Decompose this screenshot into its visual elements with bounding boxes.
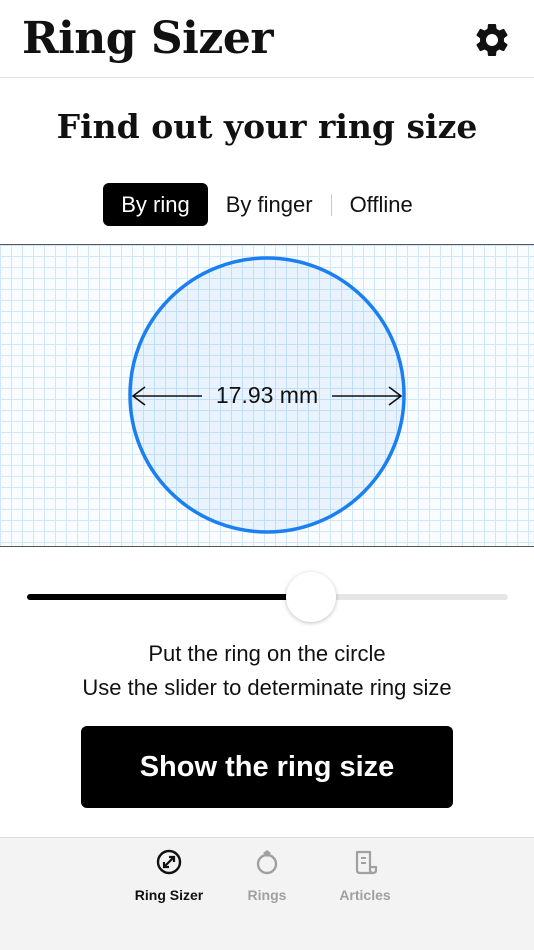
bottom-tab-bar: Ring Sizer Rings Articles — [0, 837, 534, 950]
tab-offline[interactable]: Offline — [332, 183, 431, 226]
gear-icon — [476, 23, 508, 56]
tabbar-label-ring-sizer: Ring Sizer — [134, 887, 204, 903]
slider-fill — [27, 594, 311, 600]
ring-icon — [256, 850, 278, 875]
instructions: Put the ring on the circle Use the slide… — [0, 637, 534, 705]
app-header: Ring Sizer — [0, 0, 534, 78]
settings-button[interactable] — [472, 20, 512, 60]
measuring-grid: 17.93 mm — [0, 244, 534, 547]
tabbar-item-articles[interactable]: Articles — [316, 848, 414, 918]
diameter-value: 17.93 mm — [215, 382, 319, 408]
app-title: Ring Sizer — [22, 13, 274, 64]
size-slider[interactable] — [27, 572, 508, 622]
tabbar-label-rings: Rings — [247, 887, 287, 903]
tab-by-ring[interactable]: By ring — [103, 183, 208, 226]
tabbar-item-rings[interactable]: Rings — [218, 848, 316, 918]
page-title: Find out your ring size — [56, 107, 478, 146]
ruler-circle-icon — [156, 849, 182, 875]
instruction-line-2: Use the slider to determinate ring size — [82, 675, 452, 700]
mode-tabs: By ring By finger Offline — [0, 183, 534, 226]
tabbar-label-articles: Articles — [339, 887, 391, 903]
instruction-line-1: Put the ring on the circle — [148, 641, 386, 666]
tab-by-finger[interactable]: By finger — [208, 183, 331, 226]
document-icon — [355, 850, 378, 875]
slider-thumb[interactable] — [285, 572, 336, 622]
tabbar-item-ring-sizer[interactable]: Ring Sizer — [120, 848, 218, 918]
show-ring-size-button[interactable]: Show the ring size — [81, 726, 453, 808]
